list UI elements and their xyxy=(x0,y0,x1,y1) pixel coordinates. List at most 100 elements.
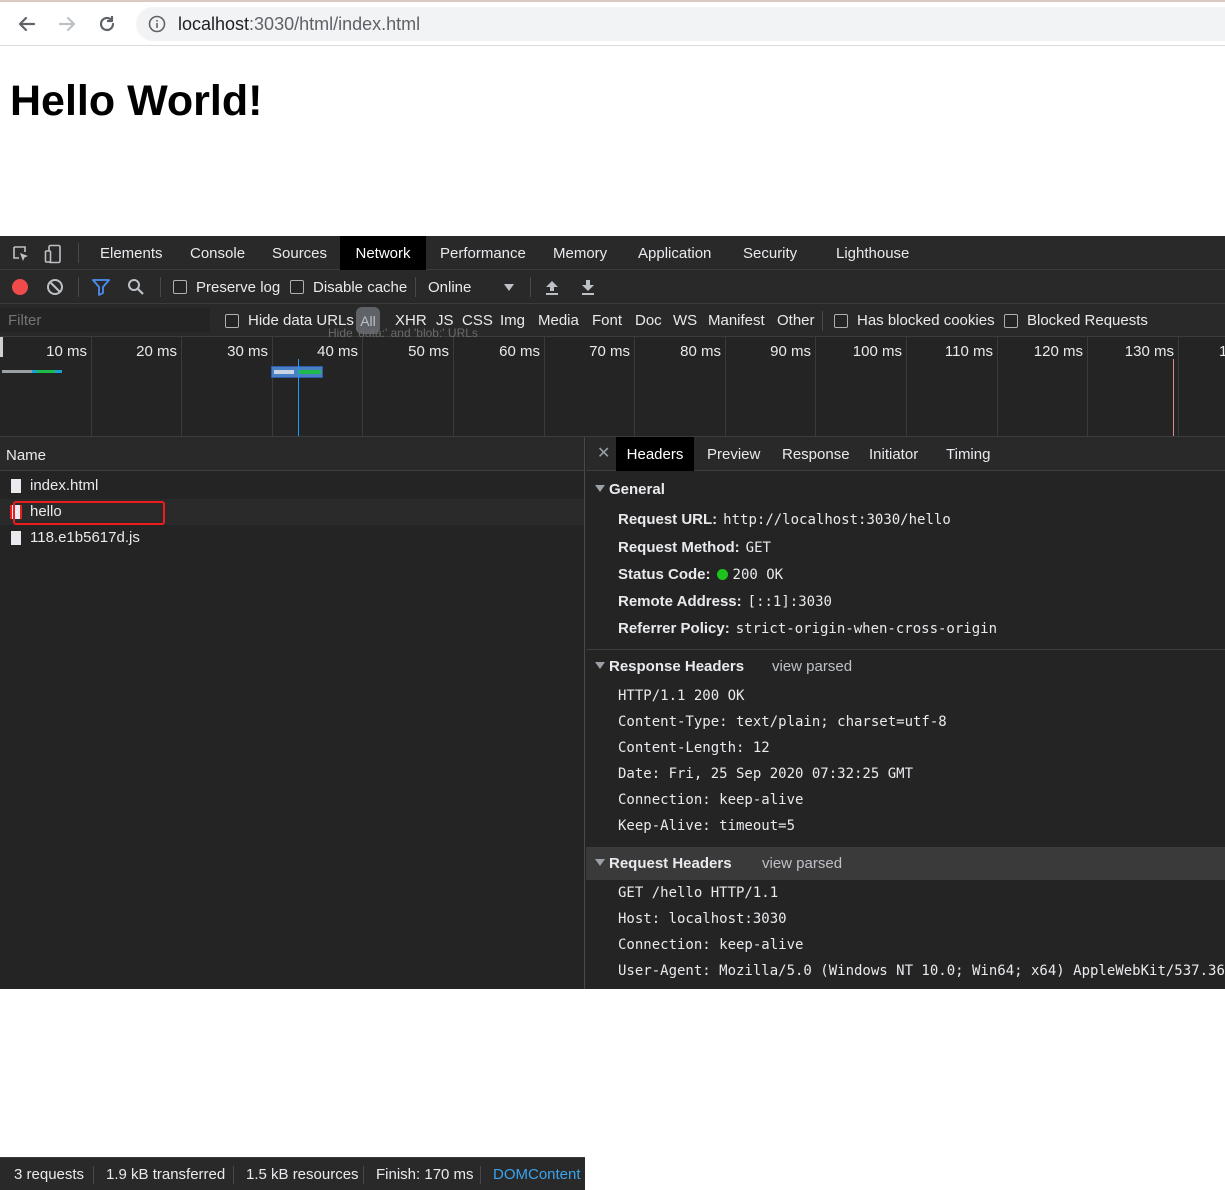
request-row-js[interactable]: 118.e1b5617d.js xyxy=(0,525,584,551)
forward-button[interactable] xyxy=(53,10,81,38)
export-har-button[interactable] xyxy=(579,270,597,304)
tab-initiator[interactable]: Initiator xyxy=(869,437,918,471)
tab-application[interactable]: Application xyxy=(638,236,711,270)
filter-type-other[interactable]: Other xyxy=(777,304,815,337)
tab-elements[interactable]: Elements xyxy=(100,236,163,270)
tick-label: 30 ms xyxy=(227,343,268,360)
hide-data-urls-tooltip: Hide 'data:' and 'blob:' URLs xyxy=(328,326,478,340)
filter-icon xyxy=(92,279,110,296)
checkbox[interactable] xyxy=(1004,313,1018,328)
separator xyxy=(78,243,79,263)
overview-left-handle[interactable] xyxy=(0,337,3,357)
request-row-hello[interactable]: hello xyxy=(0,499,584,525)
response-headers-toggle[interactable]: Response Headers view parsed xyxy=(586,651,1225,683)
reload-button[interactable] xyxy=(93,10,121,38)
tick-line xyxy=(906,337,907,436)
clear-button[interactable] xyxy=(46,270,64,304)
tab-sources[interactable]: Sources xyxy=(272,236,327,270)
filter-type-manifest[interactable]: Manifest xyxy=(708,304,765,337)
network-overview[interactable]: 10 ms 20 ms 30 ms 40 ms 50 ms 60 ms 70 ms 80 ms… xyxy=(0,337,1225,437)
name-column-header[interactable]: Name xyxy=(0,437,584,471)
request-headers-toggle[interactable]: Request Headers view parsed xyxy=(586,848,1225,880)
tab-security[interactable]: Security xyxy=(743,236,797,270)
checkbox[interactable] xyxy=(225,313,239,328)
separator xyxy=(415,277,416,297)
request-method-value: GET xyxy=(745,540,771,556)
header-line: HTTP/1.1 200 OK xyxy=(618,688,745,704)
domcontentloaded-marker xyxy=(298,359,299,436)
header-line: Connection: keep-alive xyxy=(618,792,804,808)
filter-type-doc[interactable]: Doc xyxy=(635,304,662,337)
back-button[interactable] xyxy=(13,10,41,38)
tab-lighthouse[interactable]: Lighthouse xyxy=(836,236,909,270)
preserve-log-checkbox[interactable]: Preserve log xyxy=(173,270,280,304)
request-detail-panel: ✕ Headers Preview Response Initiator Tim… xyxy=(586,437,1225,989)
checkbox[interactable] xyxy=(173,280,187,294)
request-url-value: http://localhost:3030/hello xyxy=(723,512,951,528)
disable-cache-checkbox[interactable]: Disable cache xyxy=(290,270,407,304)
script-file-icon xyxy=(11,531,21,545)
checkbox[interactable] xyxy=(834,313,848,328)
tick-line xyxy=(1087,337,1088,436)
record-icon xyxy=(12,279,28,295)
tick-label: 80 ms xyxy=(680,343,721,360)
network-toolbar: Preserve log Disable cache Online xyxy=(0,270,1225,304)
request-row-index-html[interactable]: index.html xyxy=(0,473,584,499)
tick-line xyxy=(544,337,545,436)
close-icon[interactable]: ✕ xyxy=(597,443,610,463)
response-headers-title: Response Headers xyxy=(609,658,745,675)
import-har-button[interactable] xyxy=(543,270,561,304)
filter-type-ws[interactable]: WS xyxy=(673,304,697,337)
address-bar[interactable]: localhost:3030/html/index.html xyxy=(136,7,1225,41)
device-toolbar-icon[interactable] xyxy=(44,244,64,264)
tab-console[interactable]: Console xyxy=(190,236,245,270)
load-marker xyxy=(1173,359,1174,436)
header-line: Keep-Alive: timeout=5 xyxy=(618,818,796,834)
general-title: General xyxy=(609,481,665,498)
triangle-down-icon xyxy=(595,662,605,669)
inspect-element-icon[interactable] xyxy=(12,245,30,263)
tick-line xyxy=(997,337,998,436)
remote-address-label: Remote Address: xyxy=(618,593,742,610)
tab-response[interactable]: Response xyxy=(782,437,850,471)
tab-preview[interactable]: Preview xyxy=(707,437,760,471)
tick-line xyxy=(634,337,635,436)
view-parsed-link[interactable]: view parsed xyxy=(772,651,852,683)
triangle-down-icon xyxy=(595,859,605,866)
search-button[interactable] xyxy=(127,270,145,304)
tick-line xyxy=(362,337,363,436)
tab-timing[interactable]: Timing xyxy=(946,437,990,471)
devtools-panel: Elements Console Sources Network Perform… xyxy=(0,236,1225,1190)
filter-type-media[interactable]: Media xyxy=(538,304,579,337)
header-line: User-Agent: Mozilla/5.0 (Windows NT 10.0… xyxy=(618,963,1225,979)
tab-performance[interactable]: Performance xyxy=(440,236,526,270)
network-status-bar: 3 requests 1.9 kB transferred 1.5 kB res… xyxy=(0,1157,585,1190)
tick-label: 130 ms xyxy=(1124,343,1174,360)
filter-type-font[interactable]: Font xyxy=(592,304,622,337)
tab-network[interactable]: Network xyxy=(340,236,426,270)
download-icon xyxy=(582,280,594,295)
header-line: Content-Type: text/plain; charset=utf-8 xyxy=(618,714,947,730)
general-section-toggle[interactable]: General xyxy=(586,474,1225,506)
url-path: :3030/html/index.html xyxy=(249,14,421,34)
throttling-select[interactable]: Online xyxy=(428,270,518,304)
record-button[interactable] xyxy=(11,270,29,304)
tick-line xyxy=(272,337,273,436)
filter-type-img[interactable]: Img xyxy=(500,304,525,337)
tab-memory[interactable]: Memory xyxy=(553,236,607,270)
checkbox[interactable] xyxy=(290,280,304,294)
view-parsed-link[interactable]: view parsed xyxy=(762,848,842,880)
tick-label: 50 ms xyxy=(408,343,449,360)
preserve-log-label: Preserve log xyxy=(196,278,281,296)
separator xyxy=(160,277,161,297)
request-url-row: Request URL: http://localhost:3030/hello xyxy=(618,511,951,528)
filter-toggle[interactable] xyxy=(91,270,111,304)
tab-headers[interactable]: Headers xyxy=(616,437,694,471)
blocked-requests-checkbox[interactable]: Blocked Requests xyxy=(1004,304,1148,337)
tick-label: 110 ms xyxy=(944,343,993,360)
search-icon xyxy=(128,279,144,295)
info-icon[interactable] xyxy=(148,15,166,33)
filter-input[interactable] xyxy=(0,308,210,332)
has-blocked-cookies-checkbox[interactable]: Has blocked cookies xyxy=(834,304,995,337)
referrer-policy-value: strict-origin-when-cross-origin xyxy=(735,621,998,637)
